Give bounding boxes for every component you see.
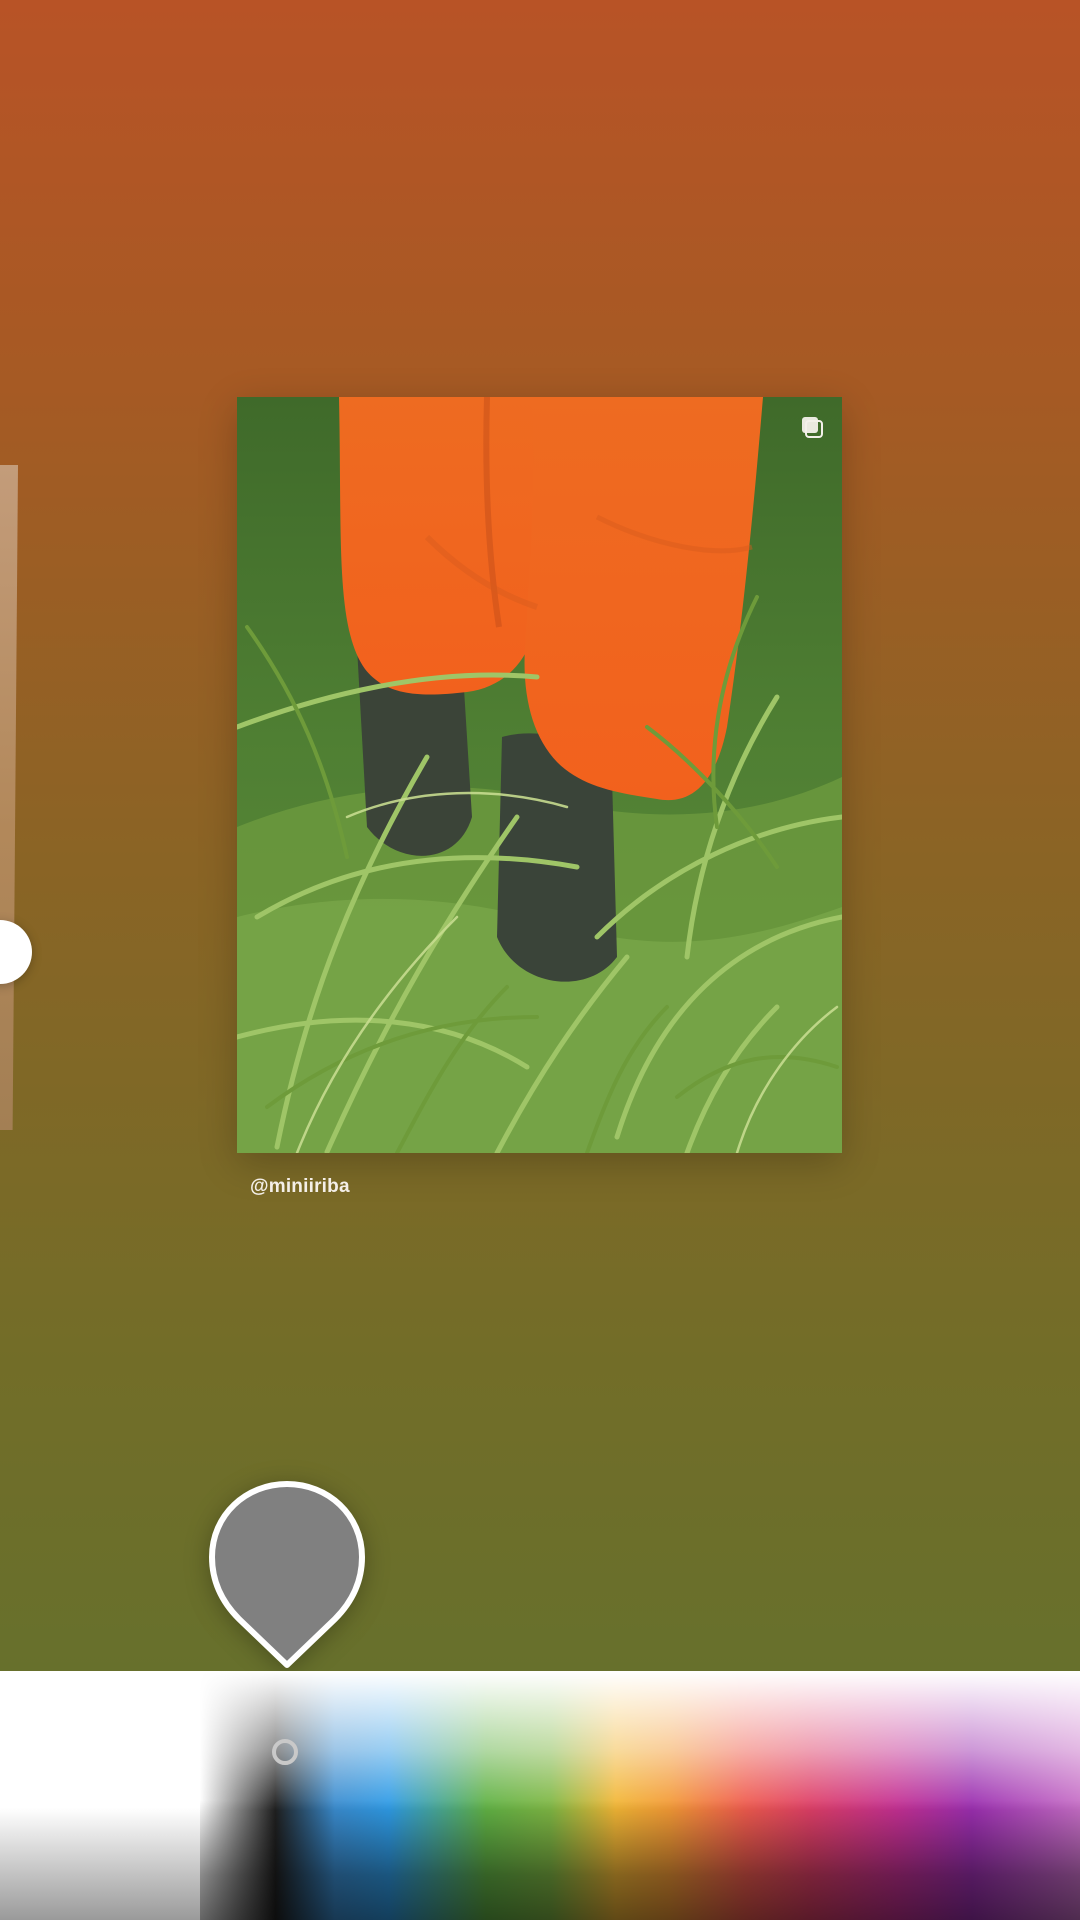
brush-size-slider-thumb[interactable] bbox=[0, 920, 32, 984]
multiple-photos-icon bbox=[800, 415, 824, 439]
username-label: @miniiriba bbox=[250, 1176, 350, 1197]
post-image bbox=[237, 397, 842, 1153]
brush-size-slider[interactable] bbox=[0, 465, 18, 1130]
color-palette[interactable] bbox=[0, 1671, 1080, 1920]
color-picker-drop[interactable] bbox=[207, 1479, 367, 1669]
shared-post-card[interactable] bbox=[237, 397, 842, 1153]
palette-cursor[interactable] bbox=[272, 1739, 298, 1765]
